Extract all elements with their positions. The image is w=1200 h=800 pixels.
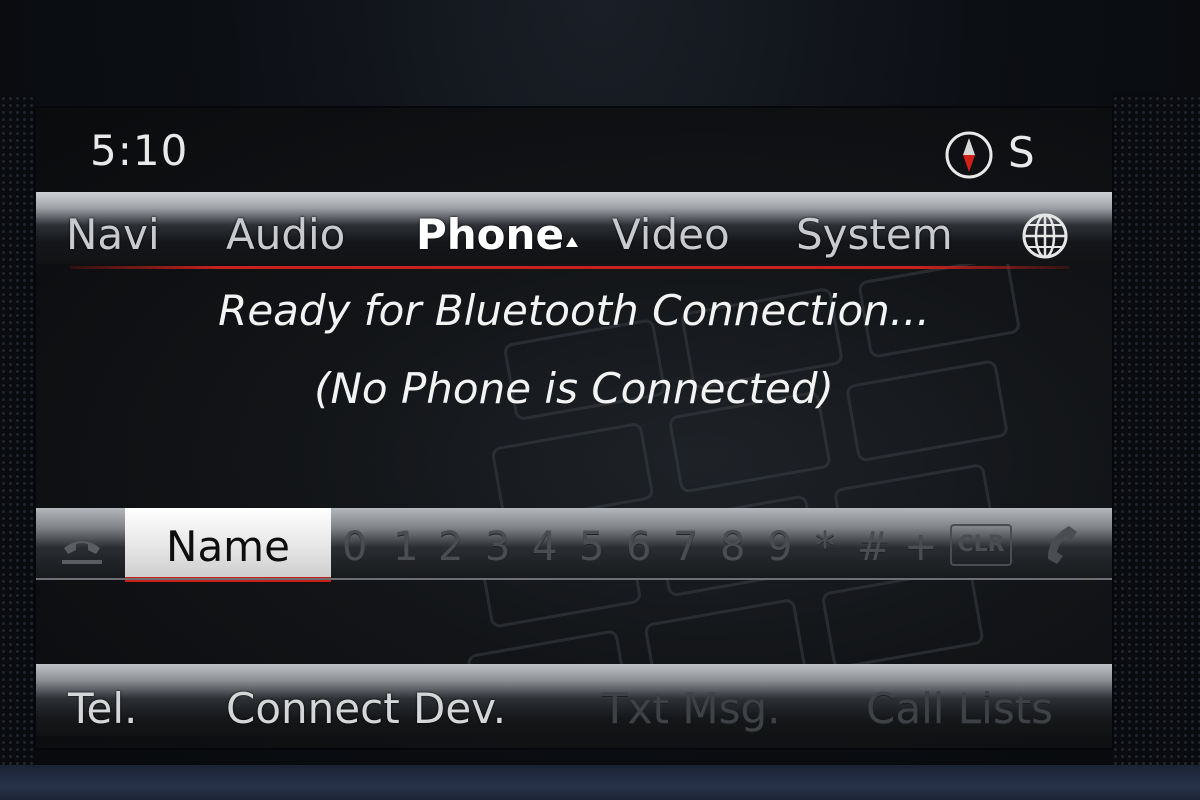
- dial-key-plus[interactable]: +: [904, 524, 938, 570]
- menu-item-audio[interactable]: Audio: [226, 210, 345, 259]
- menu-item-navi[interactable]: Navi: [66, 210, 160, 259]
- dial-key-4[interactable]: 4: [532, 524, 557, 570]
- dial-key-2[interactable]: 2: [438, 524, 463, 570]
- dial-key-hash[interactable]: #: [857, 524, 891, 570]
- menu-accent-line: [70, 266, 1070, 269]
- clear-button[interactable]: CLR: [950, 524, 1012, 566]
- dial-key-6[interactable]: 6: [626, 524, 651, 570]
- dial-key-1[interactable]: 1: [393, 524, 418, 570]
- bluetooth-status-message: Ready for Bluetooth Connection...: [218, 286, 930, 335]
- menu-item-phone[interactable]: Phone: [416, 210, 578, 259]
- speaker-grille-right: [1112, 95, 1200, 765]
- handset-icon[interactable]: [1039, 522, 1083, 568]
- compass-heading: S: [1008, 128, 1035, 177]
- connection-status-message: (No Phone is Connected): [314, 364, 834, 413]
- dial-key-8[interactable]: 8: [720, 524, 745, 570]
- main-menu-bar: Navi Audio Phone Video System: [36, 192, 1112, 269]
- dial-bar-divider: [36, 578, 1112, 580]
- status-bar: 5:10 S: [36, 108, 1112, 190]
- dial-key-5[interactable]: 5: [579, 524, 604, 570]
- submenu-item-tel[interactable]: Tel.: [68, 684, 137, 733]
- name-search-tab[interactable]: Name: [125, 508, 331, 582]
- menu-item-system[interactable]: System: [796, 210, 953, 259]
- dial-bar: Name 0 1 2 3 4 5 6 7 8 9 * # + CLR: [36, 508, 1112, 582]
- infotainment-screen: 5:10 S Navi Audio Phone Video System Rea…: [36, 108, 1112, 748]
- clock: 5:10: [90, 126, 189, 175]
- compass-icon: [945, 131, 993, 179]
- submenu-item-text-messages: Txt Msg.: [602, 684, 781, 733]
- dial-key-0[interactable]: 0: [342, 524, 367, 570]
- dial-key-star[interactable]: *: [815, 524, 835, 570]
- menu-item-video[interactable]: Video: [612, 210, 730, 259]
- submenu-item-call-lists: Call Lists: [866, 684, 1054, 733]
- phone-submenu-bar: Tel. Connect Dev. Txt Msg. Call Lists: [36, 664, 1112, 736]
- name-search-label: Name: [166, 522, 290, 571]
- menu-item-phone-label: Phone: [416, 210, 564, 259]
- dial-key-7[interactable]: 7: [673, 524, 698, 570]
- submenu-item-connect-device[interactable]: Connect Dev.: [226, 684, 506, 733]
- dial-key-9[interactable]: 9: [767, 524, 792, 570]
- phonebook-icon[interactable]: [58, 530, 106, 568]
- dial-key-3[interactable]: 3: [485, 524, 510, 570]
- submenu-indicator-icon: [565, 237, 578, 247]
- globe-icon[interactable]: [1021, 212, 1069, 260]
- speaker-grille-left: [0, 95, 34, 765]
- dashboard-trim: [0, 765, 1200, 800]
